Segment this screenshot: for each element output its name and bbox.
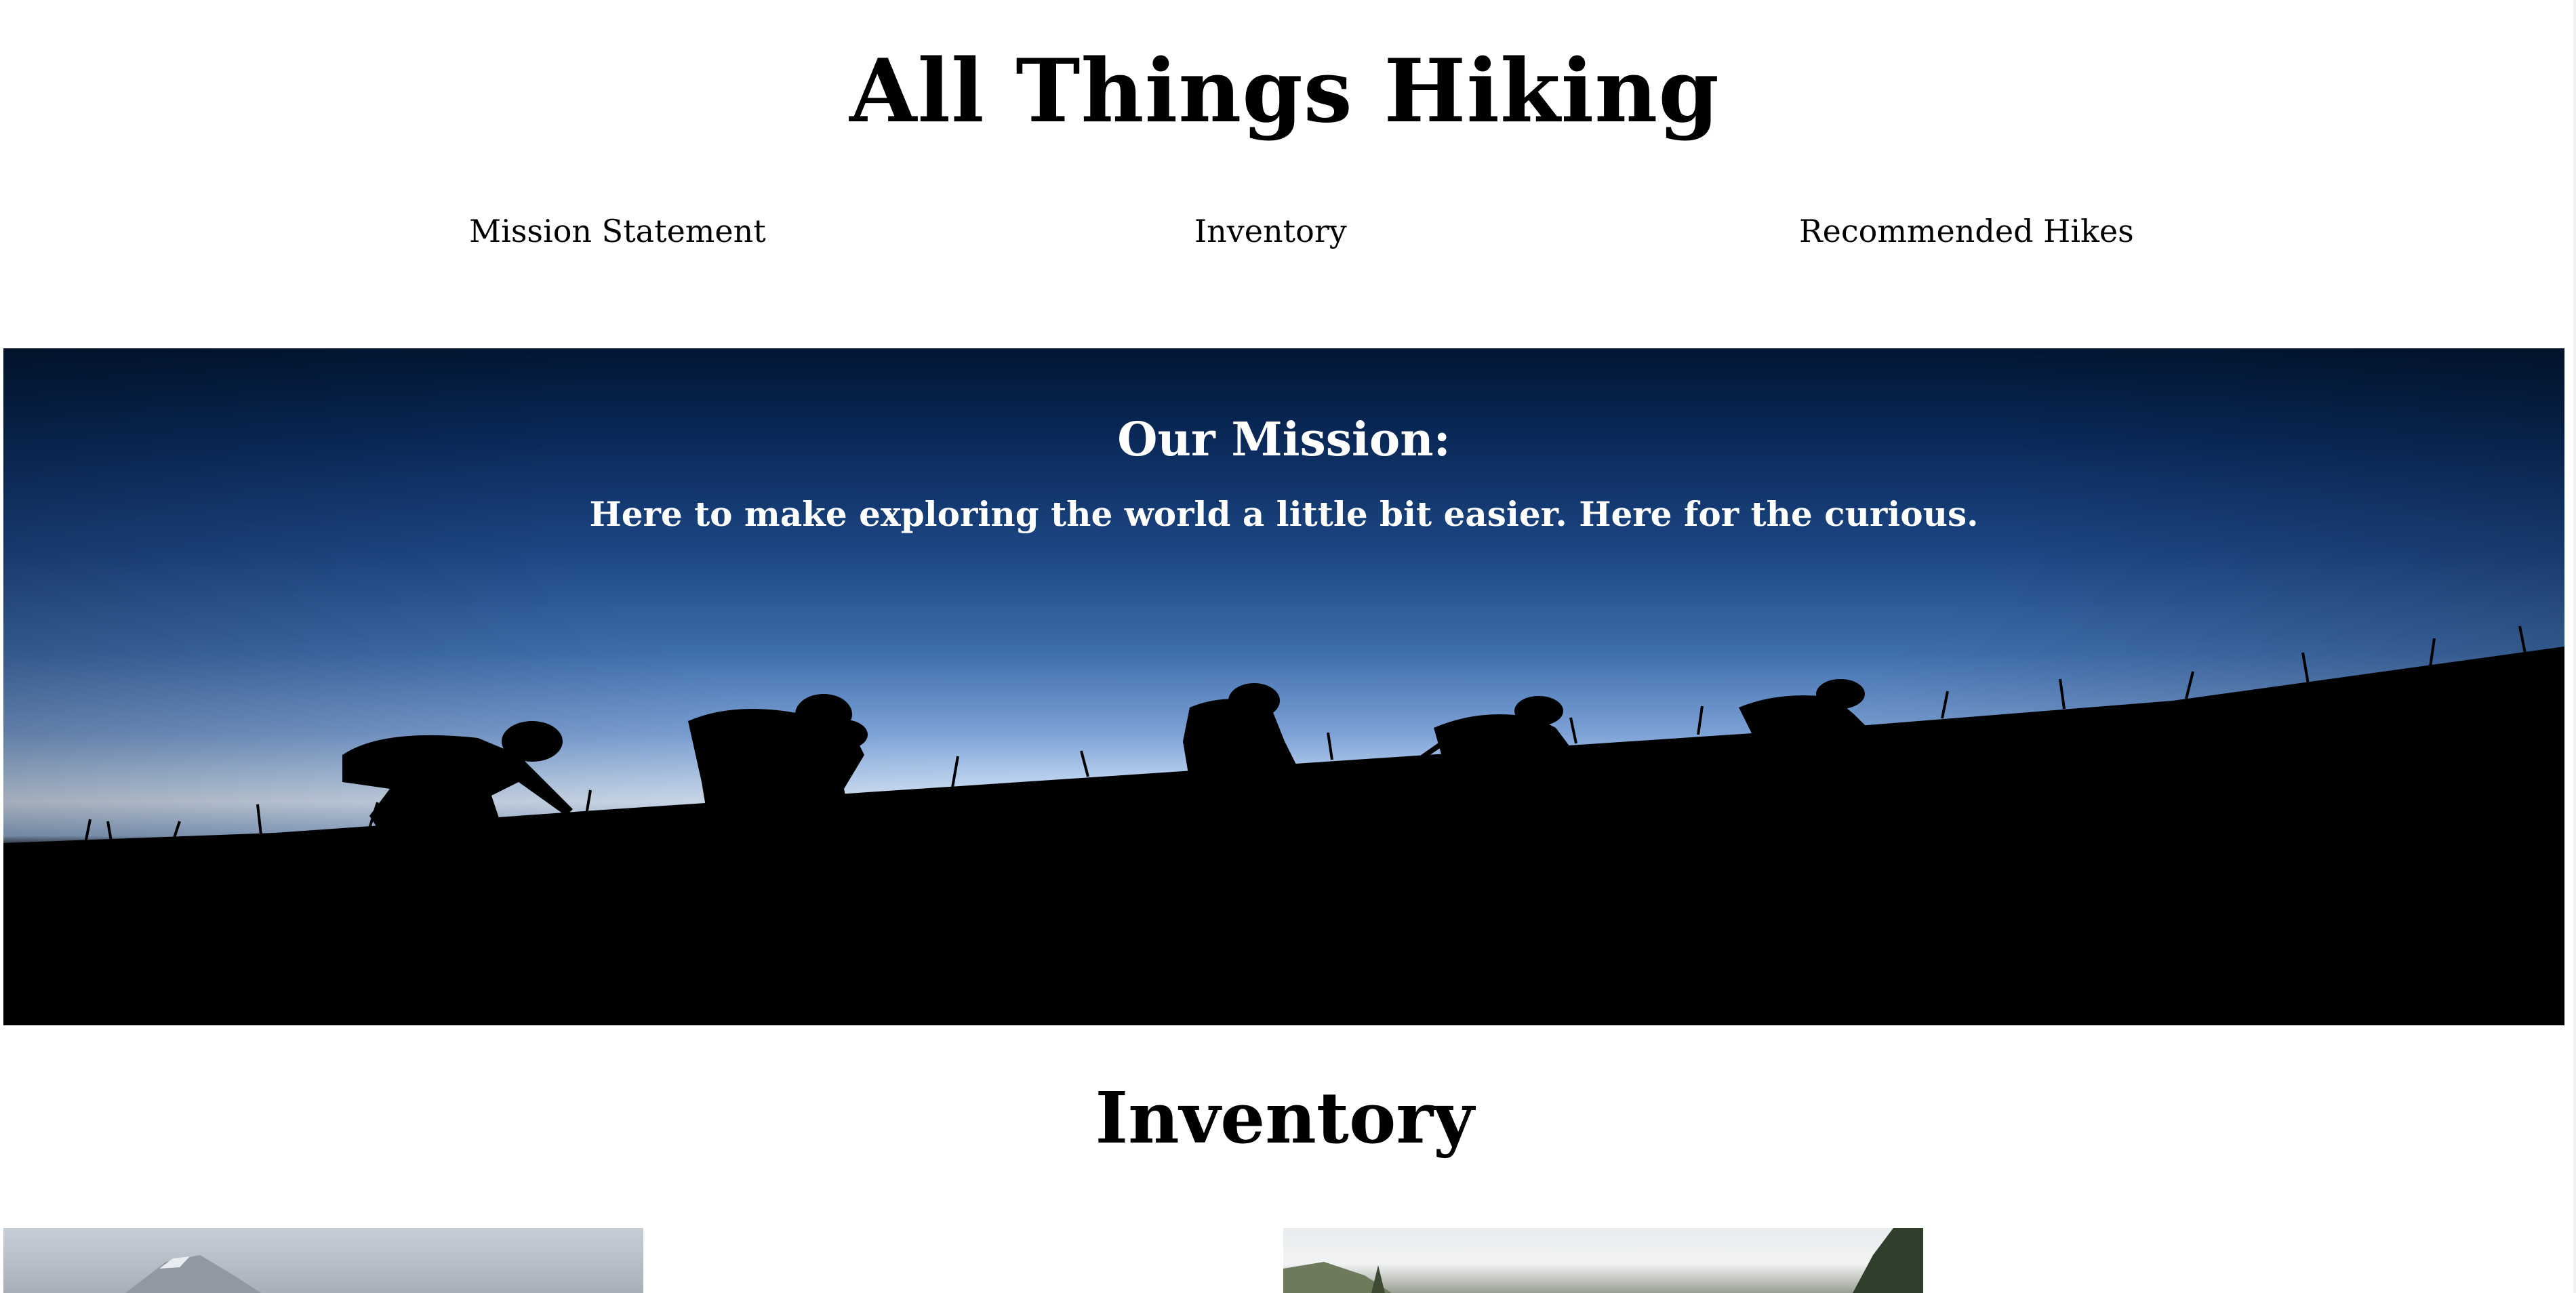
nav-link-inventory[interactable]: Inventory [1194, 207, 1347, 255]
site-title: All Things Hiking [849, 41, 1720, 142]
mission-heading: Our Mission: [1117, 413, 1451, 467]
mission-hero: Our Mission: Here to make exploring the … [3, 348, 2564, 1025]
main-nav: Mission Statement Inventory Recommended … [0, 207, 2569, 255]
mountain-photo [125, 1255, 261, 1293]
inventory-item-image-mountain[interactable] [3, 1228, 643, 1293]
nav-link-mission-statement[interactable]: Mission Statement [469, 207, 766, 255]
nav-link-recommended-hikes[interactable]: Recommended Hikes [1799, 207, 2134, 255]
inventory-item-image-valley[interactable] [1283, 1228, 1923, 1293]
page-scrollbar[interactable] [2573, 0, 2576, 1293]
valley-photo [1283, 1228, 1923, 1293]
page: All Things Hiking Mission Statement Inve… [0, 0, 2576, 1293]
inventory-heading: Inventory [1095, 1076, 1474, 1159]
mission-text: Here to make exploring the world a littl… [589, 494, 1979, 534]
